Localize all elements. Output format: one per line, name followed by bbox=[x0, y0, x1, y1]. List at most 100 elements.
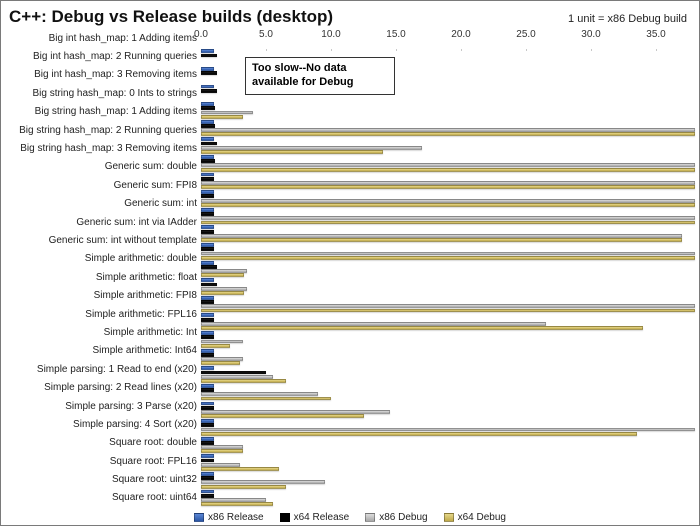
bar bbox=[201, 309, 695, 313]
category-label: Generic sum: int via IAdder bbox=[1, 213, 201, 231]
bar bbox=[201, 502, 273, 506]
category-label: Simple arithmetic: float bbox=[1, 268, 201, 286]
tick-label: 5.0 bbox=[259, 29, 273, 40]
bar bbox=[201, 344, 230, 348]
legend-label: x86 Debug bbox=[379, 512, 427, 523]
category-label: Simple arithmetic: Int bbox=[1, 323, 201, 341]
bar-row bbox=[201, 207, 695, 225]
bar-row bbox=[201, 225, 695, 243]
category-label: Simple arithmetic: FPI8 bbox=[1, 286, 201, 304]
legend-item: x86 Debug bbox=[365, 512, 427, 523]
category-label: Square root: FPL16 bbox=[1, 452, 201, 470]
bar-row bbox=[201, 102, 695, 120]
tick-label: 20.0 bbox=[451, 29, 470, 40]
bar bbox=[201, 414, 364, 418]
category-label: Generic sum: FPI8 bbox=[1, 176, 201, 194]
bar bbox=[201, 467, 279, 471]
legend-label: x64 Release bbox=[294, 512, 350, 523]
bar-row bbox=[201, 331, 695, 349]
category-labels: Big int hash_map: 1 Adding itemsBig int … bbox=[1, 29, 201, 507]
tick-label: 25.0 bbox=[516, 29, 535, 40]
category-label: Simple parsing: 4 Sort (x20) bbox=[1, 415, 201, 433]
bar-row bbox=[201, 172, 695, 190]
bar-row bbox=[201, 401, 695, 419]
bar-row bbox=[201, 348, 695, 366]
bar bbox=[201, 71, 217, 75]
bar bbox=[201, 203, 695, 207]
swatch-icon bbox=[194, 513, 204, 522]
bar bbox=[201, 432, 637, 436]
legend-item: x64 Release bbox=[280, 512, 350, 523]
legend-item: x86 Release bbox=[194, 512, 264, 523]
legend: x86 Release x64 Release x86 Debug x64 De… bbox=[1, 512, 699, 523]
bar-row bbox=[201, 190, 695, 208]
category-label: Generic sum: int without template bbox=[1, 231, 201, 249]
tick-label: 10.0 bbox=[321, 29, 340, 40]
bar bbox=[201, 397, 331, 401]
bar bbox=[201, 150, 383, 154]
bar-row bbox=[201, 260, 695, 278]
bar bbox=[201, 485, 286, 489]
legend-label: x86 Release bbox=[208, 512, 264, 523]
category-label: Simple parsing: 2 Read lines (x20) bbox=[1, 378, 201, 396]
chart-title: C++: Debug vs Release builds (desktop) bbox=[9, 7, 333, 27]
category-label: Big string hash_map: 1 Adding items bbox=[1, 103, 201, 121]
bar-row bbox=[201, 384, 695, 402]
x-axis: 0.05.010.015.020.025.030.035.0 bbox=[201, 29, 695, 51]
bar bbox=[201, 361, 240, 365]
bar-row bbox=[201, 419, 695, 437]
bar bbox=[201, 115, 243, 119]
bar bbox=[201, 326, 643, 330]
bar-row bbox=[201, 296, 695, 314]
bar-row bbox=[201, 436, 695, 454]
bar bbox=[201, 54, 217, 58]
bar-row bbox=[201, 472, 695, 490]
category-label: Generic sum: int bbox=[1, 195, 201, 213]
bar bbox=[201, 291, 244, 295]
legend-item: x64 Debug bbox=[444, 512, 506, 523]
category-label: Square root: uint32 bbox=[1, 470, 201, 488]
bar-row bbox=[201, 137, 695, 155]
swatch-icon bbox=[444, 513, 454, 522]
category-label: Generic sum: double bbox=[1, 158, 201, 176]
category-label: Simple arithmetic: Int64 bbox=[1, 342, 201, 360]
category-label: Simple parsing: 1 Read to end (x20) bbox=[1, 360, 201, 378]
bar bbox=[201, 89, 217, 93]
bar bbox=[201, 185, 695, 189]
legend-label: x64 Debug bbox=[458, 512, 506, 523]
bar-row bbox=[201, 119, 695, 137]
bar bbox=[201, 168, 695, 172]
category-label: Simple arithmetic: double bbox=[1, 250, 201, 268]
tick-label: 35.0 bbox=[646, 29, 665, 40]
category-label: Simple arithmetic: FPL16 bbox=[1, 305, 201, 323]
swatch-icon bbox=[365, 513, 375, 522]
bar-row bbox=[201, 366, 695, 384]
bar bbox=[201, 238, 682, 242]
tick-label: 15.0 bbox=[386, 29, 405, 40]
bar bbox=[201, 221, 695, 225]
bar-row bbox=[201, 454, 695, 472]
category-label: Big int hash_map: 3 Removing items bbox=[1, 66, 201, 84]
bar bbox=[201, 273, 244, 277]
bar-row bbox=[201, 155, 695, 173]
category-label: Big int hash_map: 2 Running queries bbox=[1, 47, 201, 65]
bar-row bbox=[201, 489, 695, 507]
chart-subtitle: 1 unit = x86 Debug build bbox=[568, 13, 687, 25]
category-label: Big string hash_map: 0 Ints to strings bbox=[1, 84, 201, 102]
note-annotation: Too slow--No data available for Debug bbox=[245, 57, 395, 95]
bar bbox=[201, 379, 286, 383]
category-label: Big string hash_map: 2 Running queries bbox=[1, 121, 201, 139]
category-label: Big string hash_map: 3 Removing items bbox=[1, 139, 201, 157]
bars-container bbox=[201, 49, 695, 507]
category-label: Simple parsing: 3 Parse (x20) bbox=[1, 397, 201, 415]
bar-row bbox=[201, 313, 695, 331]
bar-row bbox=[201, 278, 695, 296]
bar bbox=[201, 256, 695, 260]
bar bbox=[201, 132, 695, 136]
category-label: Big int hash_map: 1 Adding items bbox=[1, 29, 201, 47]
category-label: Square root: double bbox=[1, 434, 201, 452]
bar bbox=[201, 449, 243, 453]
swatch-icon bbox=[280, 513, 290, 522]
category-label: Square root: uint64 bbox=[1, 489, 201, 507]
tick-label: 30.0 bbox=[581, 29, 600, 40]
